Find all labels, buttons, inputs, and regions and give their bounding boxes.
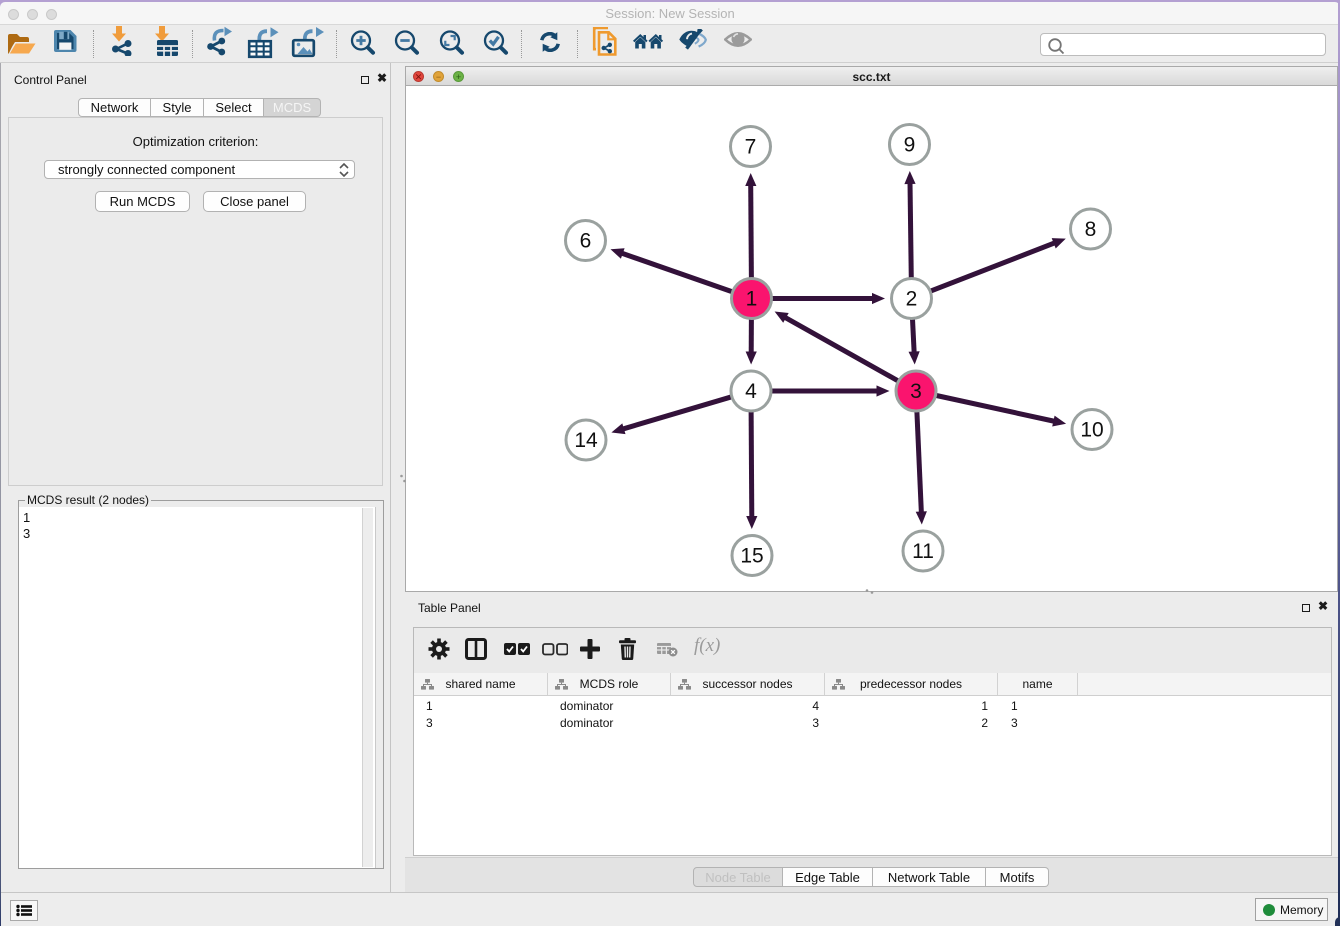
svg-text:10: 10	[1080, 419, 1103, 442]
svg-text:9: 9	[904, 134, 916, 157]
svg-text:14: 14	[574, 429, 598, 452]
svg-text:7: 7	[745, 136, 757, 159]
svg-text:6: 6	[580, 230, 592, 253]
svg-text:11: 11	[912, 540, 934, 563]
svg-text:15: 15	[740, 545, 763, 568]
svg-text:1: 1	[746, 288, 758, 311]
svg-text:8: 8	[1085, 218, 1097, 241]
svg-text:3: 3	[910, 380, 922, 403]
svg-text:4: 4	[745, 380, 757, 403]
svg-text:2: 2	[906, 288, 918, 311]
